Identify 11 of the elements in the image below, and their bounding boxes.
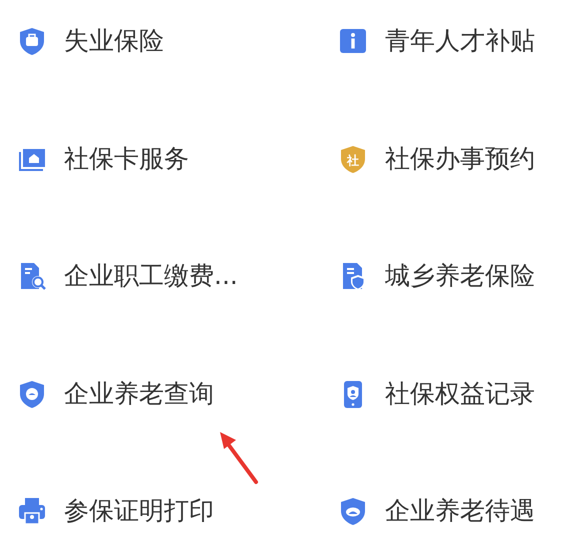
service-label[interactable]: 参保证明打印 [64,494,214,528]
service-label[interactable]: 城乡养老保险 [385,259,535,293]
service-label[interactable]: 企业养老待遇 [385,494,535,528]
service-label[interactable]: 社保权益记录 [385,376,535,410]
service-label[interactable]: 社保办事预约 [385,142,535,176]
service-label[interactable]: 企业职工缴费... [64,259,238,293]
service-label[interactable]: 企业养老查询 [64,376,214,410]
service-label[interactable]: 社保卡服务 [64,142,189,176]
service-label[interactable]: 青年人才补贴 [385,24,535,58]
service-label[interactable]: 失业保险 [64,24,164,58]
shield-icon: 社 [338,144,368,174]
